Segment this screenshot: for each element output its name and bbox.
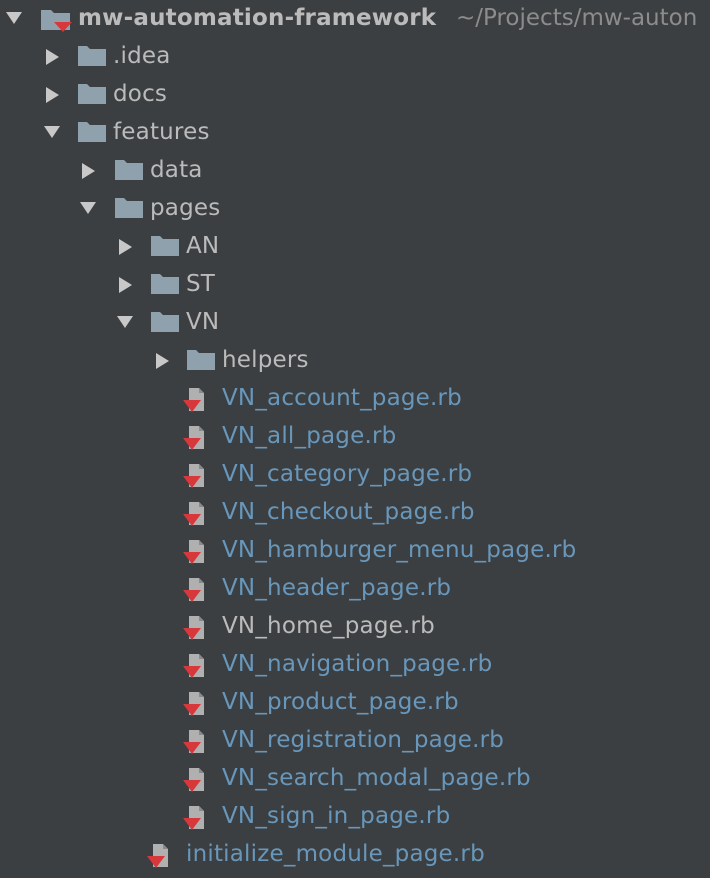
folder-icon [150, 227, 180, 265]
ruby-file-icon [182, 797, 212, 835]
chevron-down-icon[interactable] [2, 0, 26, 37]
tree-row-features[interactable]: features [0, 113, 710, 151]
ruby-file-icon [182, 721, 212, 759]
ruby-file-icon [182, 379, 212, 417]
project-tree: mw-automation-framework ~/Projects/mw-au… [0, 0, 710, 878]
file-label: VN_registration_page.rb [222, 727, 505, 753]
ruby-file-icon [182, 455, 212, 493]
tree-row-vn[interactable]: VN [0, 303, 710, 341]
tree-row-file[interactable]: VN_registration_page.rb [0, 721, 710, 759]
ruby-file-icon [182, 759, 212, 797]
folder-icon [114, 189, 144, 227]
chevron-right-icon[interactable] [113, 265, 137, 303]
ruby-file-icon [182, 569, 212, 607]
tree-row-file[interactable]: VN_category_page.rb [0, 455, 710, 493]
folder-label: data [150, 157, 203, 183]
folder-icon [150, 303, 180, 341]
file-label: VN_sign_in_page.rb [222, 803, 451, 829]
folder-label: VN [186, 309, 220, 335]
file-label: VN_hamburger_menu_page.rb [222, 537, 577, 563]
file-label: initialize_module_page.rb [186, 841, 485, 867]
tree-row-file[interactable]: VN_navigation_page.rb [0, 645, 710, 683]
folder-label: ST [186, 271, 216, 297]
file-label: VN_category_page.rb [222, 461, 473, 487]
folder-icon [114, 151, 144, 189]
tree-row-idea[interactable]: .idea [0, 37, 710, 75]
ruby-file-icon [146, 835, 176, 873]
ruby-file-icon [182, 531, 212, 569]
file-label: VN_search_modal_page.rb [222, 765, 531, 791]
project-root-name: mw-automation-framework [78, 5, 437, 31]
chevron-down-icon[interactable] [40, 113, 64, 151]
ruby-file-icon [182, 493, 212, 531]
folder-label: features [113, 119, 210, 145]
file-label: VN_header_page.rb [222, 575, 452, 601]
file-label: VN_checkout_page.rb [222, 499, 475, 525]
folder-label: .idea [113, 43, 171, 69]
tree-row-file[interactable]: VN_header_page.rb [0, 569, 710, 607]
tree-row-pages[interactable]: pages [0, 189, 710, 227]
tree-row-initialize-file[interactable]: initialize_module_page.rb [0, 835, 710, 873]
chevron-right-icon[interactable] [40, 37, 64, 75]
chevron-right-icon[interactable] [76, 151, 100, 189]
tree-row-st[interactable]: ST [0, 265, 710, 303]
folder-icon [77, 75, 107, 113]
tree-row-data[interactable]: data [0, 151, 710, 189]
chevron-down-icon[interactable] [76, 189, 100, 227]
file-label: VN_navigation_page.rb [222, 651, 493, 677]
tree-row-docs[interactable]: docs [0, 75, 710, 113]
file-label: VN_home_page.rb [222, 613, 435, 639]
tree-row-file[interactable]: VN_all_page.rb [0, 417, 710, 455]
ruby-file-icon [182, 683, 212, 721]
chevron-down-icon[interactable] [113, 303, 137, 341]
file-label: VN_all_page.rb [222, 423, 397, 449]
tree-row-file[interactable]: VN_home_page.rb [0, 607, 710, 645]
tree-row-file[interactable]: VN_checkout_page.rb [0, 493, 710, 531]
tree-row-file[interactable]: VN_account_page.rb [0, 379, 710, 417]
ruby-file-icon [182, 607, 212, 645]
chevron-right-icon[interactable] [113, 227, 137, 265]
folder-icon [77, 37, 107, 75]
folder-icon [186, 341, 216, 379]
tree-row-file[interactable]: VN_hamburger_menu_page.rb [0, 531, 710, 569]
tree-row-root[interactable]: mw-automation-framework ~/Projects/mw-au… [0, 0, 710, 37]
chevron-right-icon[interactable] [150, 341, 174, 379]
chevron-right-icon[interactable] [40, 75, 64, 113]
folder-label: pages [150, 195, 221, 221]
file-label: VN_account_page.rb [222, 385, 462, 411]
tree-row-helpers[interactable]: helpers [0, 341, 710, 379]
ruby-file-icon [182, 417, 212, 455]
project-root-path: ~/Projects/mw-auton [456, 5, 698, 31]
module-folder-icon [40, 0, 72, 37]
folder-label: docs [113, 81, 168, 107]
tree-row-an[interactable]: AN [0, 227, 710, 265]
folder-icon [150, 265, 180, 303]
file-label: VN_product_page.rb [222, 689, 459, 715]
tree-row-file[interactable]: VN_sign_in_page.rb [0, 797, 710, 835]
folder-icon [77, 113, 107, 151]
folder-label: AN [186, 233, 220, 259]
tree-row-file[interactable]: VN_product_page.rb [0, 683, 710, 721]
tree-row-file[interactable]: VN_search_modal_page.rb [0, 759, 710, 797]
folder-label: helpers [222, 347, 309, 373]
ruby-file-icon [182, 645, 212, 683]
